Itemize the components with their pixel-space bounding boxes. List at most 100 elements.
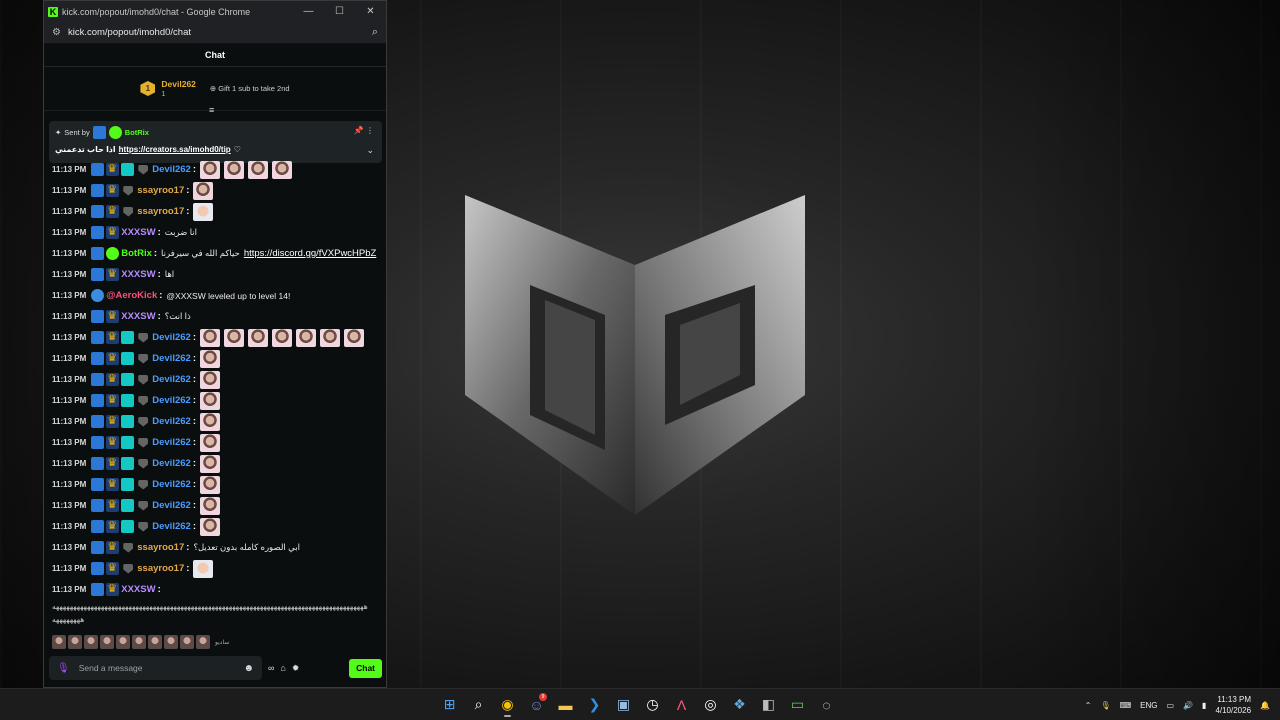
chat-message[interactable]: 11:13 PM ssayroo17:ابي الصوره كامله بدون … bbox=[52, 537, 382, 558]
chat-message[interactable]: 11:13 PM ssayroo17: bbox=[52, 558, 382, 579]
message-username[interactable]: @AeroKick bbox=[106, 290, 157, 301]
emote-icon[interactable] bbox=[68, 635, 82, 649]
chat-message[interactable]: 11:13 PM Devil262: bbox=[52, 516, 382, 537]
message-username[interactable]: ssayroo17 bbox=[137, 542, 184, 553]
message-username[interactable]: XXXSW bbox=[121, 269, 155, 280]
chat-message[interactable]: 11:13 PM Devil262: bbox=[52, 432, 382, 453]
scroll-down-icon[interactable]: ≡ bbox=[209, 105, 214, 115]
emote-icon[interactable] bbox=[199, 454, 220, 473]
notifications-icon[interactable]: 🔔 bbox=[1260, 701, 1270, 710]
pin-options[interactable]: 📌 ⋮ bbox=[354, 126, 374, 135]
message-username[interactable]: Devil262 bbox=[152, 521, 191, 532]
message-link[interactable]: https://discord.gg/fVXPwcHPbZ bbox=[244, 248, 377, 259]
mic-icon[interactable]: 🎙 bbox=[57, 663, 70, 674]
send-button[interactable]: Chat bbox=[349, 658, 382, 678]
chat-message[interactable]: 11:13 PM XXXSW: bbox=[52, 579, 382, 600]
address-bar[interactable]: ⚙ kick.com/popout/imohd0/chat ⌕ bbox=[44, 22, 386, 44]
keyboard-icon[interactable]: ⌨ bbox=[1120, 701, 1132, 710]
emote-icon[interactable] bbox=[193, 559, 214, 578]
gift-leaderboard[interactable]: 1 Devil262 1 ⊕ Gift 1 sub to take 2nd bbox=[44, 67, 386, 111]
emote-icon[interactable] bbox=[148, 635, 162, 649]
emote-icon[interactable] bbox=[193, 181, 214, 200]
message-username[interactable]: Devil262 bbox=[152, 332, 191, 343]
chevron-down-icon[interactable]: ⌄ bbox=[366, 145, 374, 156]
maximize-button[interactable]: ☐ bbox=[324, 6, 355, 17]
emote-icon[interactable] bbox=[223, 328, 244, 347]
emote-icon[interactable] bbox=[247, 328, 268, 347]
discord-icon[interactable]: ☺ 9 bbox=[525, 692, 548, 717]
emote-icon[interactable] bbox=[164, 635, 178, 649]
search-icon[interactable]: ⌕ bbox=[467, 692, 490, 717]
points-icon[interactable]: ∞ bbox=[268, 663, 274, 673]
chat-message[interactable]: 11:13 PM Devil262: bbox=[52, 453, 382, 474]
message-username[interactable]: XXXSW bbox=[121, 311, 155, 322]
emoji-icon[interactable]: ☻ bbox=[243, 663, 254, 674]
message-username[interactable]: XXXSW bbox=[121, 227, 155, 238]
message-username[interactable]: Devil262 bbox=[152, 458, 191, 469]
minimize-button[interactable]: — bbox=[293, 6, 324, 17]
emote-icon[interactable] bbox=[199, 160, 220, 179]
emote-icon[interactable] bbox=[116, 635, 130, 649]
volume-icon[interactable]: 🔊 bbox=[1183, 701, 1193, 710]
taskbar[interactable]: ⊞ ⌕ ◉ ☺ 9 ▬ ❯ ▣ ◷ Λ ◎ ❖ ◧ ▭ ◌ ⌃ 🎙 ⌨ ENG ▭… bbox=[0, 688, 1280, 720]
emote-bar[interactable]: ساديو bbox=[52, 635, 229, 649]
message-input[interactable]: 🎙 Send a message ☻ bbox=[49, 656, 262, 680]
leader-name[interactable]: Devil262 bbox=[161, 79, 196, 89]
chat-message[interactable]: 11:13 PM ssayroo17: bbox=[52, 201, 382, 222]
app-icon[interactable]: ▣ bbox=[612, 692, 635, 717]
pinned-bot-name[interactable]: BotRix bbox=[125, 128, 149, 137]
chat-message[interactable]: 11:13 PM Devil262: bbox=[52, 411, 382, 432]
message-placeholder[interactable]: Send a message bbox=[79, 663, 143, 673]
chat-message[interactable]: 11:13 PM XXXSW:اها bbox=[52, 264, 382, 285]
message-username[interactable]: ssayroo17 bbox=[137, 206, 184, 217]
message-username[interactable]: ssayroo17 bbox=[137, 563, 184, 574]
chat-composer[interactable]: 🎙 Send a message ☻ ∞ ⌂ ✹ Chat bbox=[49, 656, 382, 680]
app-icon-2[interactable]: ❖ bbox=[728, 692, 751, 717]
emote-icon[interactable] bbox=[343, 328, 364, 347]
emote-icon[interactable] bbox=[223, 160, 244, 179]
language-indicator[interactable]: ENG bbox=[1140, 701, 1157, 710]
chat-message[interactable]: 11:13 PM Devil262: bbox=[52, 390, 382, 411]
app-icon-5[interactable]: ◌ bbox=[815, 692, 838, 717]
clock-app-icon[interactable]: ◷ bbox=[641, 692, 664, 717]
chat-message[interactable]: 11:13 PM Devil262: bbox=[52, 348, 382, 369]
url-text[interactable]: kick.com/popout/imohd0/chat bbox=[68, 27, 372, 38]
message-username[interactable]: Devil262 bbox=[152, 416, 191, 427]
pinned-message[interactable]: ✦ Sent by BotRix اذا حاب تدعمني https://… bbox=[49, 121, 382, 163]
store-icon[interactable]: ⌂ bbox=[280, 663, 285, 673]
settings-icon[interactable]: ✹ bbox=[292, 663, 300, 674]
network-icon[interactable]: ▭ bbox=[1167, 701, 1175, 710]
chat-message[interactable]: 11:13 PM Devil262: bbox=[52, 474, 382, 495]
title-bar[interactable]: K kick.com/popout/imohd0/chat - Google C… bbox=[44, 1, 386, 22]
emote-icon[interactable] bbox=[199, 412, 220, 431]
emote-icon[interactable] bbox=[196, 635, 210, 649]
emote-icon[interactable] bbox=[199, 517, 220, 536]
emote-icon[interactable] bbox=[84, 635, 98, 649]
emote-icon[interactable] bbox=[193, 202, 214, 221]
emote-icon[interactable] bbox=[271, 160, 292, 179]
message-username[interactable]: ssayroo17 bbox=[137, 185, 184, 196]
emote-icon[interactable] bbox=[132, 635, 146, 649]
file-explorer-icon[interactable]: ▬ bbox=[554, 692, 577, 717]
chat-message[interactable]: 11:13 PM Devil262: bbox=[52, 327, 382, 348]
emote-icon[interactable] bbox=[199, 496, 220, 515]
chrome-popup-window[interactable]: K kick.com/popout/imohd0/chat - Google C… bbox=[43, 0, 387, 688]
emote-icon[interactable] bbox=[180, 635, 194, 649]
pinned-link[interactable]: https://creators.sa/imohd0/tip bbox=[119, 145, 231, 154]
message-username[interactable]: Devil262 bbox=[152, 479, 191, 490]
tray-clock[interactable]: 11:13 PM 4/10/2026 bbox=[1215, 694, 1251, 716]
chat-message[interactable]: 11:13 PM @AeroKick: @XXXSW leveled up to l… bbox=[52, 285, 382, 306]
emote-icon[interactable] bbox=[199, 433, 220, 452]
chrome-icon[interactable]: ◉ bbox=[496, 692, 519, 717]
emote-icon[interactable] bbox=[295, 328, 316, 347]
chat-messages[interactable]: 11:13 PMDevil262:11:13 PMssayroo17:11:13… bbox=[52, 159, 382, 626]
chat-message[interactable]: 11:13 PM Devil262: bbox=[52, 495, 382, 516]
message-username[interactable]: Devil262 bbox=[152, 374, 191, 385]
emote-icon[interactable] bbox=[199, 328, 220, 347]
message-username[interactable]: Devil262 bbox=[152, 500, 191, 511]
gift-prompt[interactable]: ⊕ Gift 1 sub to take 2nd bbox=[210, 84, 290, 93]
message-username[interactable]: XXXSW bbox=[121, 584, 155, 595]
chat-message[interactable]: 11:13 PM ssayroo17: bbox=[52, 180, 382, 201]
emote-icon[interactable] bbox=[100, 635, 114, 649]
app-icon-3[interactable]: ◧ bbox=[757, 692, 780, 717]
